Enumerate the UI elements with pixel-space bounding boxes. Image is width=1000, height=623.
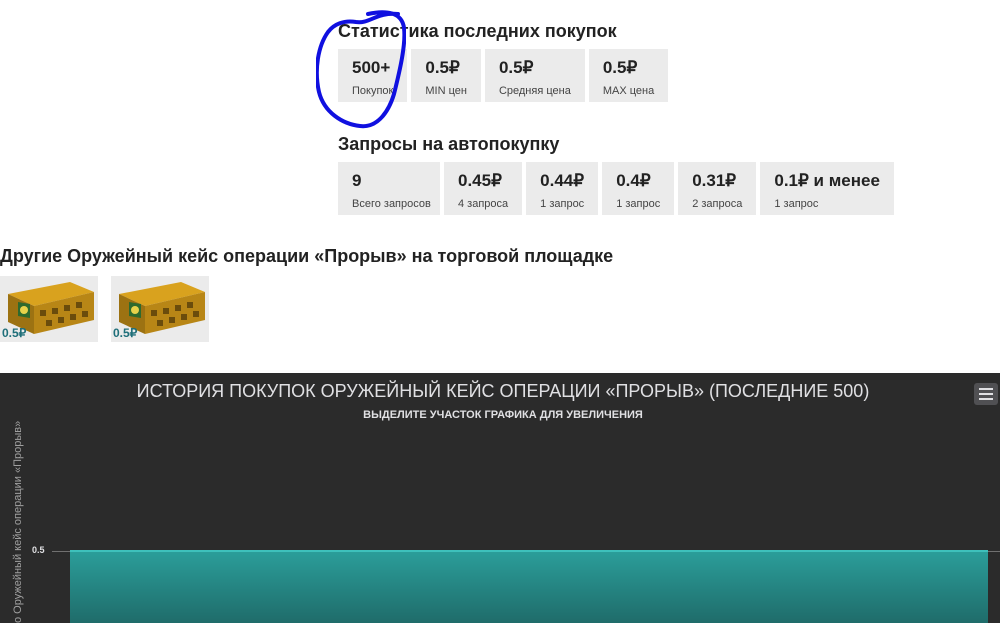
autobuy-price-tier: 0.4₽ 1 запрос	[602, 162, 675, 215]
stat-value: 9	[352, 171, 362, 190]
stat-label: 1 запрос	[774, 198, 819, 210]
autobuy-total: 9 Всего запросов	[338, 162, 440, 215]
chart-y-axis-label: о Оружейный кейс операции «Прорыв»	[12, 420, 24, 623]
stat-value: 0.1₽ и менее	[774, 171, 880, 190]
chart-y-tick: 0.5	[32, 545, 45, 555]
stat-label: MIN цен	[425, 85, 467, 97]
chart-title: ИСТОРИЯ ПОКУПОК ОРУЖЕЙНЫЙ КЕЙС ОПЕРАЦИИ …	[136, 381, 870, 401]
listing-price: 0.5₽	[113, 326, 138, 340]
stat-avg-price: 0.5₽ Средняя цена	[484, 49, 585, 102]
stat-max-price: 0.5₽ MAX цена	[588, 49, 669, 102]
stat-value: 0.4₽	[616, 171, 651, 190]
listing-card[interactable]: 0.5₽	[0, 276, 98, 342]
purchase-stats: 500+ Покупок 0.5₽ MIN цен 0.5₽ Средняя ц…	[338, 49, 669, 102]
other-listings: 0.5₽ 0.5₽	[0, 276, 209, 342]
stat-value: 0.5₽	[602, 58, 638, 77]
hamburger-icon	[979, 388, 993, 390]
hamburger-icon	[979, 393, 993, 395]
stat-label: 2 запроса	[692, 198, 743, 210]
stat-label: 1 запрос	[540, 198, 585, 210]
listing-price: 0.5₽	[2, 326, 27, 340]
chart-area-series	[70, 551, 988, 623]
stat-value: 500+	[352, 58, 391, 77]
stat-min-price: 0.5₽ MIN цен	[411, 49, 481, 102]
autobuy-stats: 9 Всего запросов 0.45₽ 4 запроса 0.44₽ 1…	[338, 162, 894, 215]
chart-menu-button[interactable]	[974, 383, 998, 405]
stat-value: 0.31₽	[692, 171, 737, 190]
stat-value: 0.5₽	[425, 58, 460, 77]
hamburger-icon	[979, 398, 993, 400]
autobuy-price-tier: 0.44₽ 1 запрос	[526, 162, 599, 215]
other-listings-title: Другие Оружейный кейс операции «Прорыв» …	[0, 246, 614, 266]
stat-value: 0.45₽	[458, 171, 502, 190]
autobuy-title: Запросы на автопокупку	[338, 134, 560, 154]
stat-label: 1 запрос	[616, 198, 661, 210]
stat-label: MAX цена	[602, 85, 655, 97]
purchase-history-chart[interactable]: ИСТОРИЯ ПОКУПОК ОРУЖЕЙНЫЙ КЕЙС ОПЕРАЦИИ …	[0, 373, 1000, 623]
stat-label: 4 запроса	[458, 198, 509, 210]
stat-label: Всего запросов	[352, 198, 431, 210]
purchase-stats-title: Статистика последних покупок	[338, 21, 617, 41]
stat-label: Покупок	[352, 85, 394, 97]
stat-purchases: 500+ Покупок	[338, 49, 408, 102]
chart-series-line	[70, 550, 988, 552]
autobuy-price-tier: 0.31₽ 2 запроса	[678, 162, 757, 215]
stat-label: Средняя цена	[498, 85, 571, 97]
autobuy-price-tier: 0.1₽ и менее 1 запрос	[760, 162, 894, 215]
listing-card[interactable]: 0.5₽	[111, 276, 209, 342]
stat-value: 0.44₽	[540, 171, 585, 190]
chart-subtitle: ВЫДЕЛИТЕ УЧАСТОК ГРАФИКА ДЛЯ УВЕЛИЧЕНИЯ	[363, 409, 643, 421]
autobuy-price-tier: 0.45₽ 4 запроса	[444, 162, 523, 215]
stat-value: 0.5₽	[498, 58, 534, 77]
